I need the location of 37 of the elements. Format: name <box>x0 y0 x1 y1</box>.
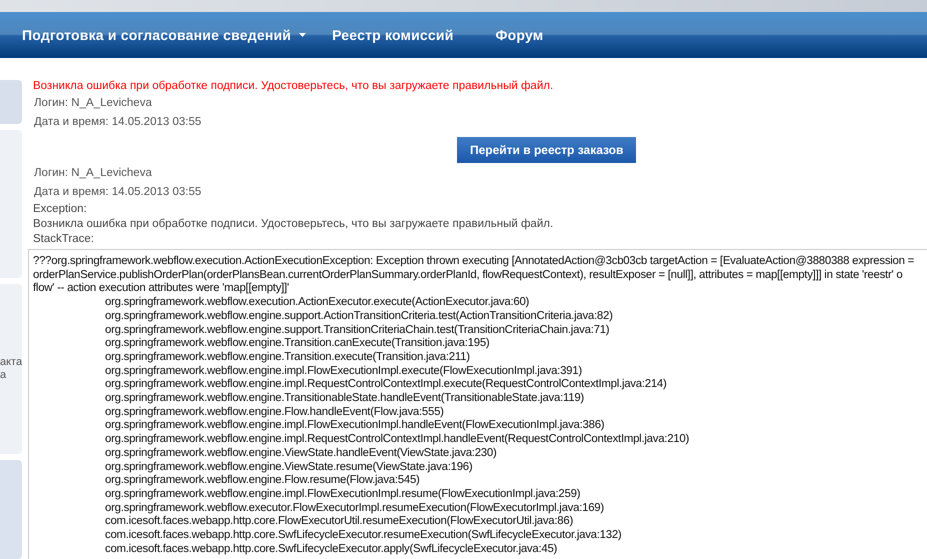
stacktrace-line: com.icesoft.faces.webapp.http.core.FlowExecutorUtil.resumeExecution(FlowExecutorUtil.java:86) <box>104 515 574 530</box>
sidebar-text: а <box>0 369 8 382</box>
stacktrace-line: org.springframework.webflow.engine.ViewState.resume(ViewState.java:196) <box>104 460 474 474</box>
stacktrace-line: orderPlanService.publishOrderPlan(orderPlansBean.currentOrderPlanSummary.orderPlanId, flowRequestContext), resultExposer = [null]], attributes = map[[empty]]] in state 'reestr' o <box>33 268 904 282</box>
stacktrace-line: org.springframework.webflow.engine.ViewState.handleEvent(ViewState.java:230) <box>104 446 498 461</box>
datetime-text: Дата и время: 14.05.2013 03:55 <box>34 115 202 130</box>
datetime-text: Дата и время: 14.05.2013 03:55 <box>34 185 202 200</box>
stacktrace-line: org.springframework.webflow.engine.impl.FlowExecutionImpl.resume(FlowExecutionImpl.java:259) <box>104 488 582 502</box>
exception-label: Exception: <box>33 202 88 217</box>
stacktrace-line: org.springframework.webflow.engine.Flow.handleEvent(Flow.java:555) <box>104 406 445 420</box>
sidebar-text: акта <box>0 356 22 369</box>
stacktrace-line: org.springframework.webflow.engine.impl.RequestControlContextImpl.handleEvent(RequestControlContextImpl.java:210) <box>104 433 690 447</box>
sidebar-panel <box>0 80 22 124</box>
nav-menu-item[interactable]: Форум <box>496 27 544 43</box>
stacktrace-line: org.springframework.webflow.engine.impl.FlowExecutionImpl.execute(FlowExecutionImpl.java:391) <box>104 364 583 378</box>
login-text: Логин: N_A_Levicheva <box>34 96 153 111</box>
stacktrace-label: StackTrace: <box>33 232 95 247</box>
stacktrace-line: org.springframework.webflow.engine.support.TransitionCriteriaChain.test(TransitionCriteriaChain.java:71) <box>104 324 610 338</box>
login-text: Логин: N_A_Levicheva <box>34 166 153 181</box>
stacktrace-line: com.icesoft.faces.webapp.http.core.SwfLifecycleExecutor.apply(SwfLifecycleExecutor.java:45) <box>104 542 558 556</box>
nav-menu-item[interactable]: Подготовка и согласование сведений <box>22 27 306 43</box>
stacktrace-line: org.springframework.webflow.engine.Transition.canExecute(Transition.java:195) <box>104 337 490 351</box>
go-to-orders-button[interactable]: Перейти в реестр заказов <box>457 137 636 163</box>
stacktrace-line: org.springframework.webflow.engine.impl.RequestControlContextImpl.execute(RequestControlContextImpl.java:214) <box>104 378 668 392</box>
stacktrace-line: ???org.springframework.webflow.execution.ActionExecutionException: Exception thrown executing [AnnotatedAction@3cb03cb targetAction = [EvaluateAction@3880388 expression = <box>33 255 916 269</box>
stacktrace-line: org.springframework.webflow.executor.FlowExecutorImpl.resumeExecution(FlowExecutorImpl.java:169) <box>104 502 605 516</box>
stacktrace-line: org.springframework.webflow.execution.ActionExecutor.execute(ActionExecutor.java:60) <box>104 296 530 310</box>
stacktrace-line: org.springframework.webflow.engine.TransitionableState.handleEvent(TransitionableState.java:119) <box>104 392 585 406</box>
error-message: Возникла ошибка при обработке подписи. Удостоверьтесь, что вы загружаете правильный файл. <box>33 79 554 94</box>
stacktrace-line: org.springframework.webflow.engine.support.ActionTransitionCriteria.test(ActionTransitionCriteria.java:82) <box>104 310 614 324</box>
exception-message: Возникла ошибка при обработке подписи. Удостоверьтесь, что вы загружаете правильный файл. <box>33 217 554 232</box>
stacktrace-line: org.springframework.webflow.engine.impl.FlowExecutionImpl.handleEvent(FlowExecutionImpl.java:386) <box>104 419 606 434</box>
stacktrace-line: com.icesoft.faces.webapp.http.core.SwfLifecycleExecutor.resumeExecution(SwfLifecycleExecutor.java:132) <box>104 529 622 543</box>
nav-menu-item[interactable]: Реестр комиссий <box>332 27 454 43</box>
stacktrace-line: org.springframework.webflow.engine.Flow.resume(Flow.java:545) <box>104 474 421 488</box>
stacktrace-line: flow' -- action execution attributes were 'map[[empty]]' <box>33 282 290 296</box>
stacktrace-line: org.springframework.webflow.engine.Transition.execute(Transition.java:211) <box>104 350 471 365</box>
